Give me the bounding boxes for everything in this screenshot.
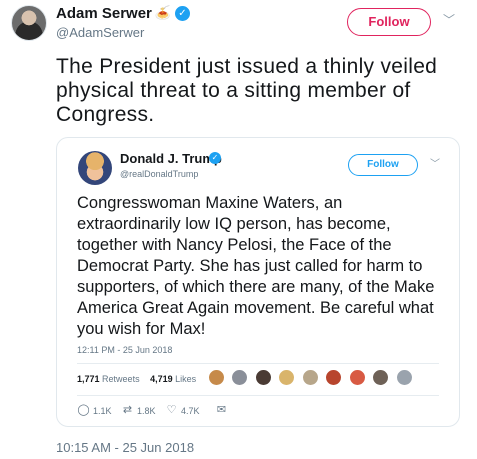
- retweets-count: 1,771: [77, 374, 100, 384]
- liker-avatar: [231, 369, 249, 386]
- author-avatar[interactable]: [11, 5, 47, 41]
- liker-avatar: [278, 369, 296, 386]
- reply-count: 1.1K: [93, 406, 112, 416]
- liker-avatar: [348, 369, 366, 386]
- tweet-text: The President just issued a thinly veile…: [56, 55, 438, 126]
- quoted-tweet-text: Congresswoman Maxine Waters, an extraord…: [77, 194, 435, 338]
- retweet-count: 1.8K: [137, 406, 156, 416]
- divider: [77, 395, 439, 396]
- embedded-tweet-image[interactable]: Donald J. Trump ✓ @realDonaldTrump Follo…: [56, 137, 460, 427]
- likes-label: Likes: [175, 374, 197, 384]
- quoted-verified-badge-icon: ✓: [209, 152, 221, 164]
- liker-avatar: [395, 369, 413, 386]
- likes-count: 4,719: [150, 374, 173, 384]
- engagement-stats: 1,771 Retweets 4,719 Likes: [77, 374, 204, 384]
- liker-avatars: [208, 369, 415, 387]
- tweet-timestamp[interactable]: 10:15 AM - 25 Jun 2018: [56, 440, 194, 455]
- author-handle[interactable]: @AdamSerwer: [56, 25, 144, 40]
- retweets-label: Retweets: [102, 374, 140, 384]
- quoted-timestamp: 12:11 PM - 25 Jun 2018: [77, 345, 173, 355]
- liker-avatar: [208, 369, 225, 386]
- quoted-author-handle: @realDonaldTrump: [120, 169, 199, 179]
- liker-avatar: [254, 369, 272, 386]
- chevron-down-icon[interactable]: ﹀: [441, 12, 457, 28]
- liker-avatar: [301, 369, 319, 386]
- follow-button[interactable]: Follow: [347, 8, 431, 36]
- reply-icon: ◯: [77, 404, 90, 416]
- like-action: ♡ 4.7K: [165, 404, 200, 418]
- quoted-author-avatar: [78, 151, 112, 185]
- heart-icon: ♡: [166, 404, 177, 416]
- reply-action: ◯ 1.1K: [77, 404, 112, 418]
- liker-avatar: [372, 369, 390, 386]
- spaghetti-emoji-icon: 🍝: [154, 5, 172, 20]
- quoted-author-name: Donald J. Trump: [120, 151, 222, 166]
- retweet-icon: ⇄: [122, 404, 133, 416]
- divider: [77, 363, 439, 364]
- like-count: 4.7K: [181, 406, 200, 416]
- quoted-chevron-down-icon: ﹀: [430, 159, 440, 170]
- envelope-icon: ✉: [216, 404, 227, 416]
- liker-avatar: [325, 369, 343, 386]
- verified-badge-icon: ✓: [175, 6, 190, 21]
- quoted-follow-button: Follow: [348, 154, 418, 176]
- author-name[interactable]: Adam Serwer: [56, 5, 152, 22]
- message-action: ✉: [215, 404, 231, 418]
- retweet-action: ⇄ 1.8K: [121, 404, 156, 418]
